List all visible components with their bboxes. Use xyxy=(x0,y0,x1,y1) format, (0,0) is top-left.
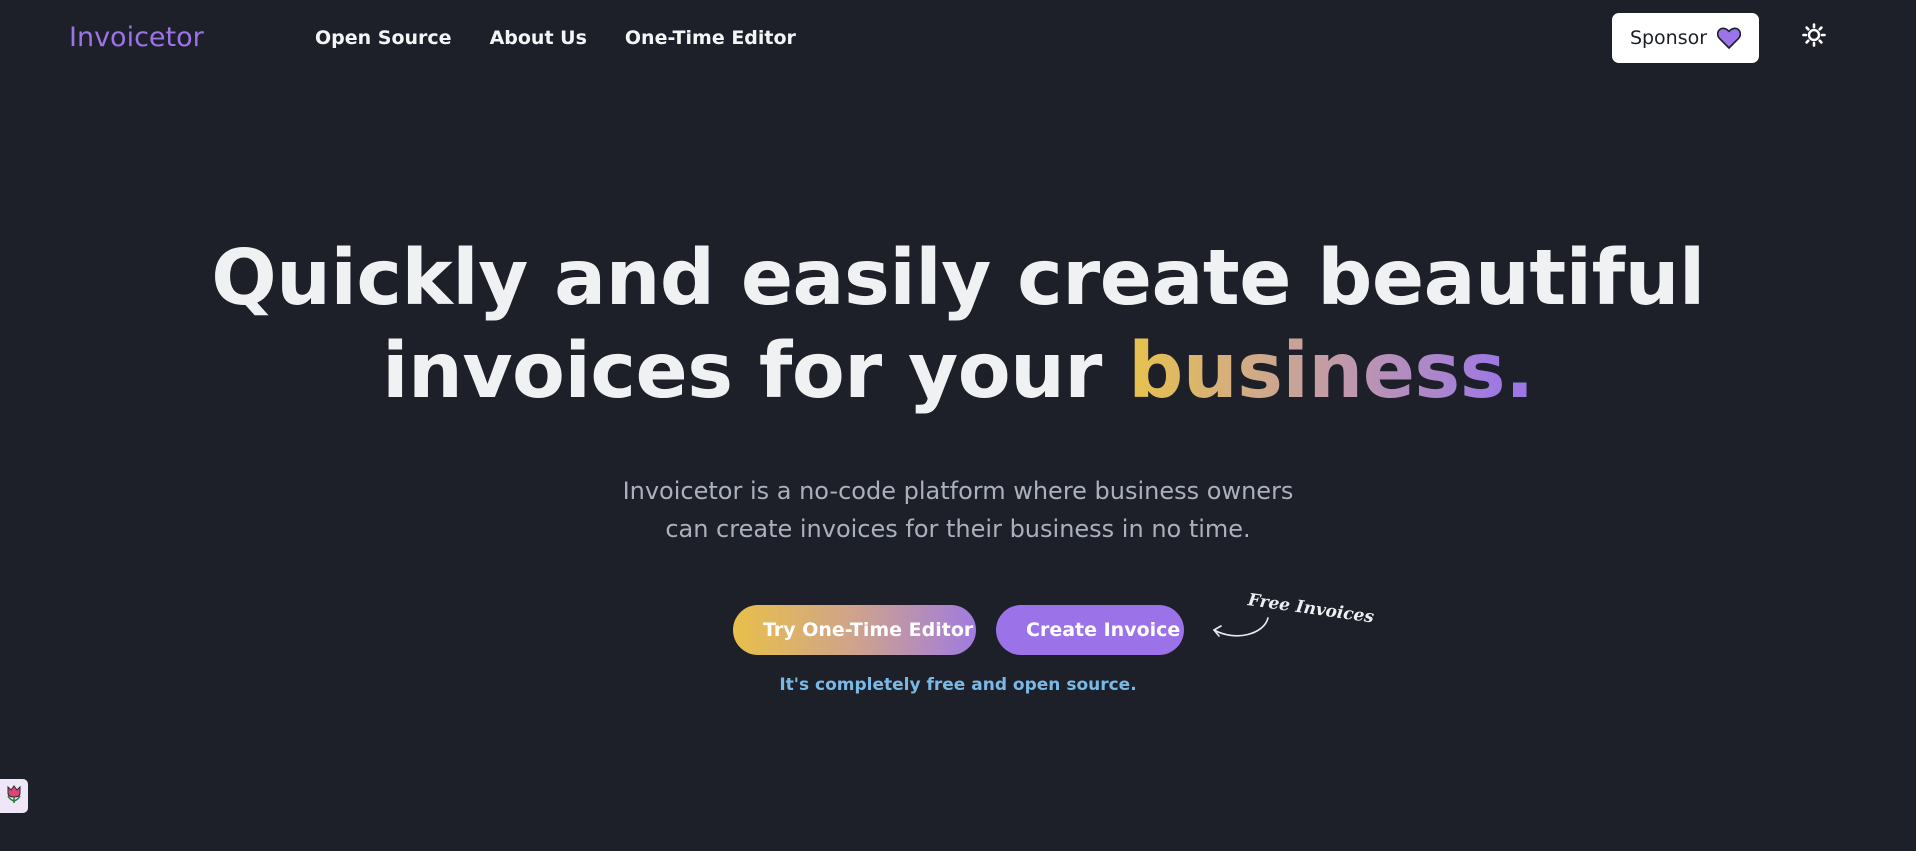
free-open-source-note: It's completely free and open source. xyxy=(779,675,1137,695)
hero-title-highlight: business xyxy=(1128,327,1506,416)
sun-icon xyxy=(1802,23,1826,51)
hero-subtitle-line1: Invoicetor is a no-code platform where b… xyxy=(622,477,1294,505)
main-nav: Open Source About Us One-Time Editor xyxy=(315,27,796,49)
nav-link-about-us[interactable]: About Us xyxy=(490,27,587,49)
hero-subtitle-line2: can create invoices for their business i… xyxy=(665,515,1251,543)
hero-subtitle: Invoicetor is a no-code platform where b… xyxy=(0,472,1916,548)
create-invoice-button[interactable]: Create Invoice xyxy=(996,605,1184,655)
nav-link-open-source[interactable]: Open Source xyxy=(315,27,452,49)
hero-title-dot: . xyxy=(1505,327,1534,416)
corner-widget[interactable] xyxy=(0,779,28,813)
heart-icon xyxy=(1716,27,1742,49)
cta-buttons: Try One-Time Editor Create Invoice xyxy=(733,605,1184,655)
hero-section: Quickly and easily create beautiful invo… xyxy=(0,232,1916,418)
tulip-icon xyxy=(5,784,23,808)
nav-link-one-time-editor[interactable]: One-Time Editor xyxy=(625,27,796,49)
try-one-time-editor-button[interactable]: Try One-Time Editor xyxy=(733,605,976,655)
sponsor-button[interactable]: Sponsor xyxy=(1612,13,1759,63)
theme-toggle-button[interactable] xyxy=(1799,22,1829,52)
hero-title: Quickly and easily create beautiful invo… xyxy=(0,232,1916,418)
sponsor-button-label: Sponsor xyxy=(1629,27,1708,49)
top-navbar: Invoicetor Open Source About Us One-Time… xyxy=(0,0,1916,78)
curved-arrow-icon xyxy=(1213,617,1269,637)
hero-title-line1: Quickly and easily create beautiful xyxy=(211,234,1705,323)
logo[interactable]: Invoicetor xyxy=(69,22,204,53)
hero-title-line2: invoices for your xyxy=(382,327,1129,416)
